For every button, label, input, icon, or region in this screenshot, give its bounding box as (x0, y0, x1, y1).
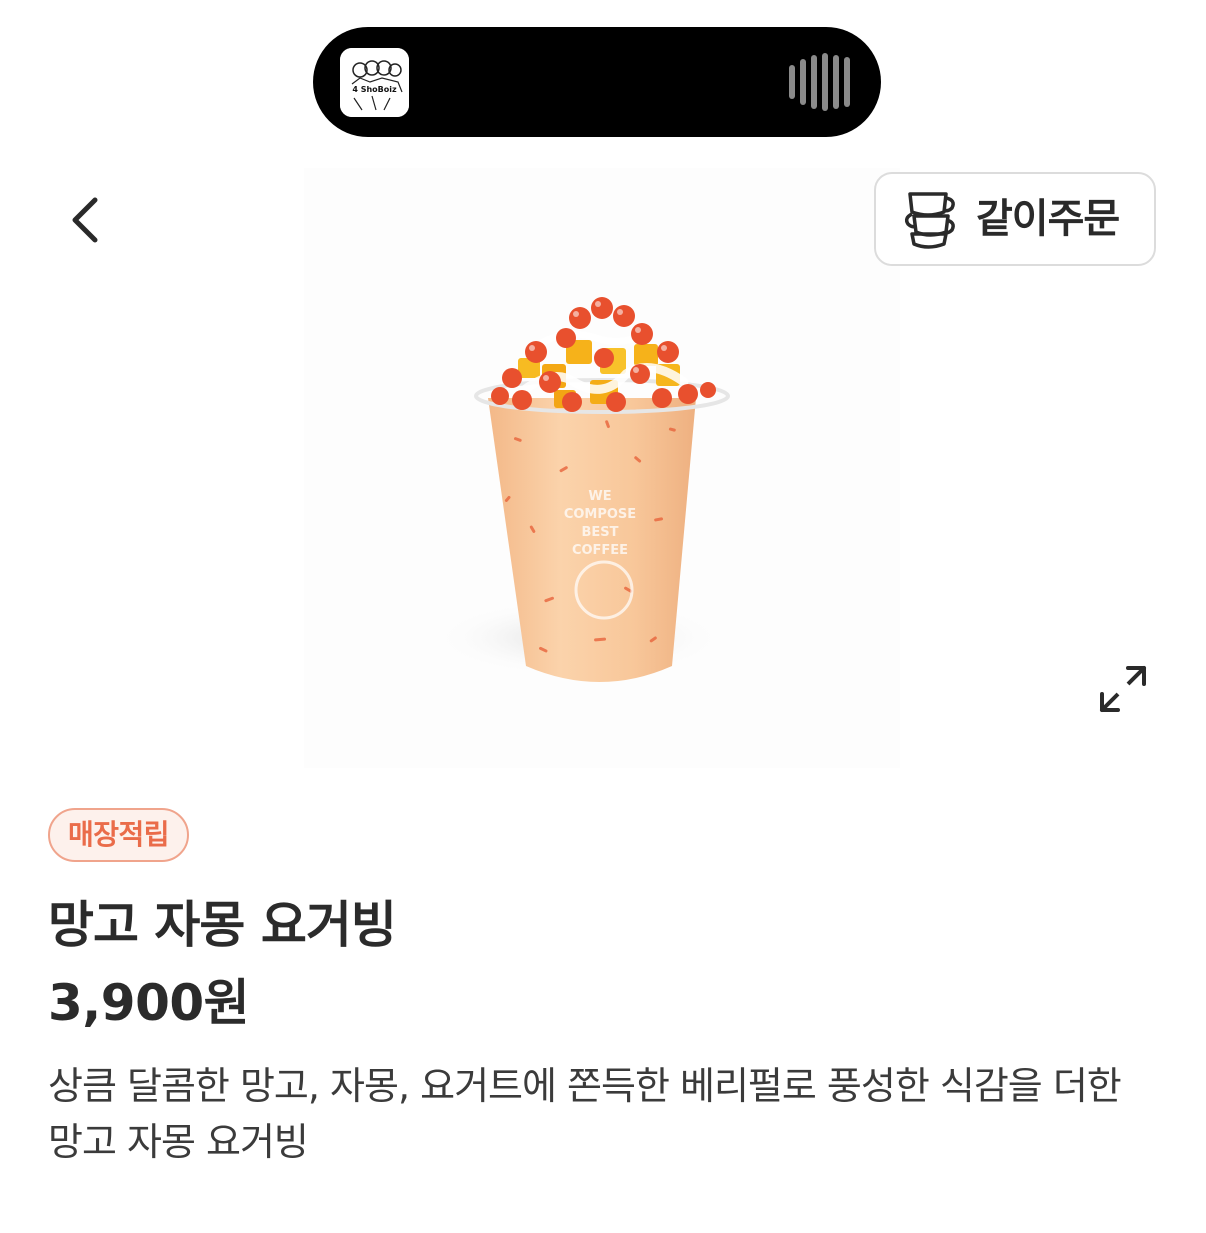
drink-illustration: WE COMPOSE BEST COFFEE (429, 297, 730, 682)
cup-print-line-4: COFFEE (572, 543, 628, 558)
chevron-left-icon (72, 197, 98, 243)
album-art-drawing: 4 ShoBoiz (340, 48, 409, 117)
cup-print-line-3: BEST (581, 525, 618, 540)
product-name: 망고 자몽 요거빙 (48, 896, 397, 954)
expand-image-button[interactable] (1092, 658, 1154, 720)
product-description: 상큼 달콤한 망고, 자몽, 요거트에 쫀득한 베리펄로 풍성한 식감을 더한 … (48, 1064, 1122, 1164)
now-playing-pill[interactable]: 4 ShoBoiz (313, 27, 881, 137)
group-order-button[interactable]: 같이주문 (874, 172, 1156, 266)
expand-arrows-icon (1100, 666, 1146, 712)
album-art: 4 ShoBoiz (340, 48, 409, 117)
store-points-badge: 매장적립 (48, 808, 190, 862)
cup-print-line-1: WE (588, 489, 611, 504)
group-order-label: 같이주문 (976, 196, 1120, 242)
product-detail-screen: 4 ShoBoiz WE COMPOSE BEST COFFEE 같이주문 매장… (0, 0, 1206, 1233)
stacked-cups-icon (904, 192, 955, 249)
product-price: 3,900원 (48, 974, 250, 1032)
waveform-icon (789, 53, 850, 111)
album-art-text: 4 ShoBoiz (352, 85, 397, 94)
back-button[interactable] (55, 180, 115, 260)
product-image: WE COMPOSE BEST COFFEE (304, 168, 900, 768)
cup-print-line-2: COMPOSE (564, 507, 636, 522)
